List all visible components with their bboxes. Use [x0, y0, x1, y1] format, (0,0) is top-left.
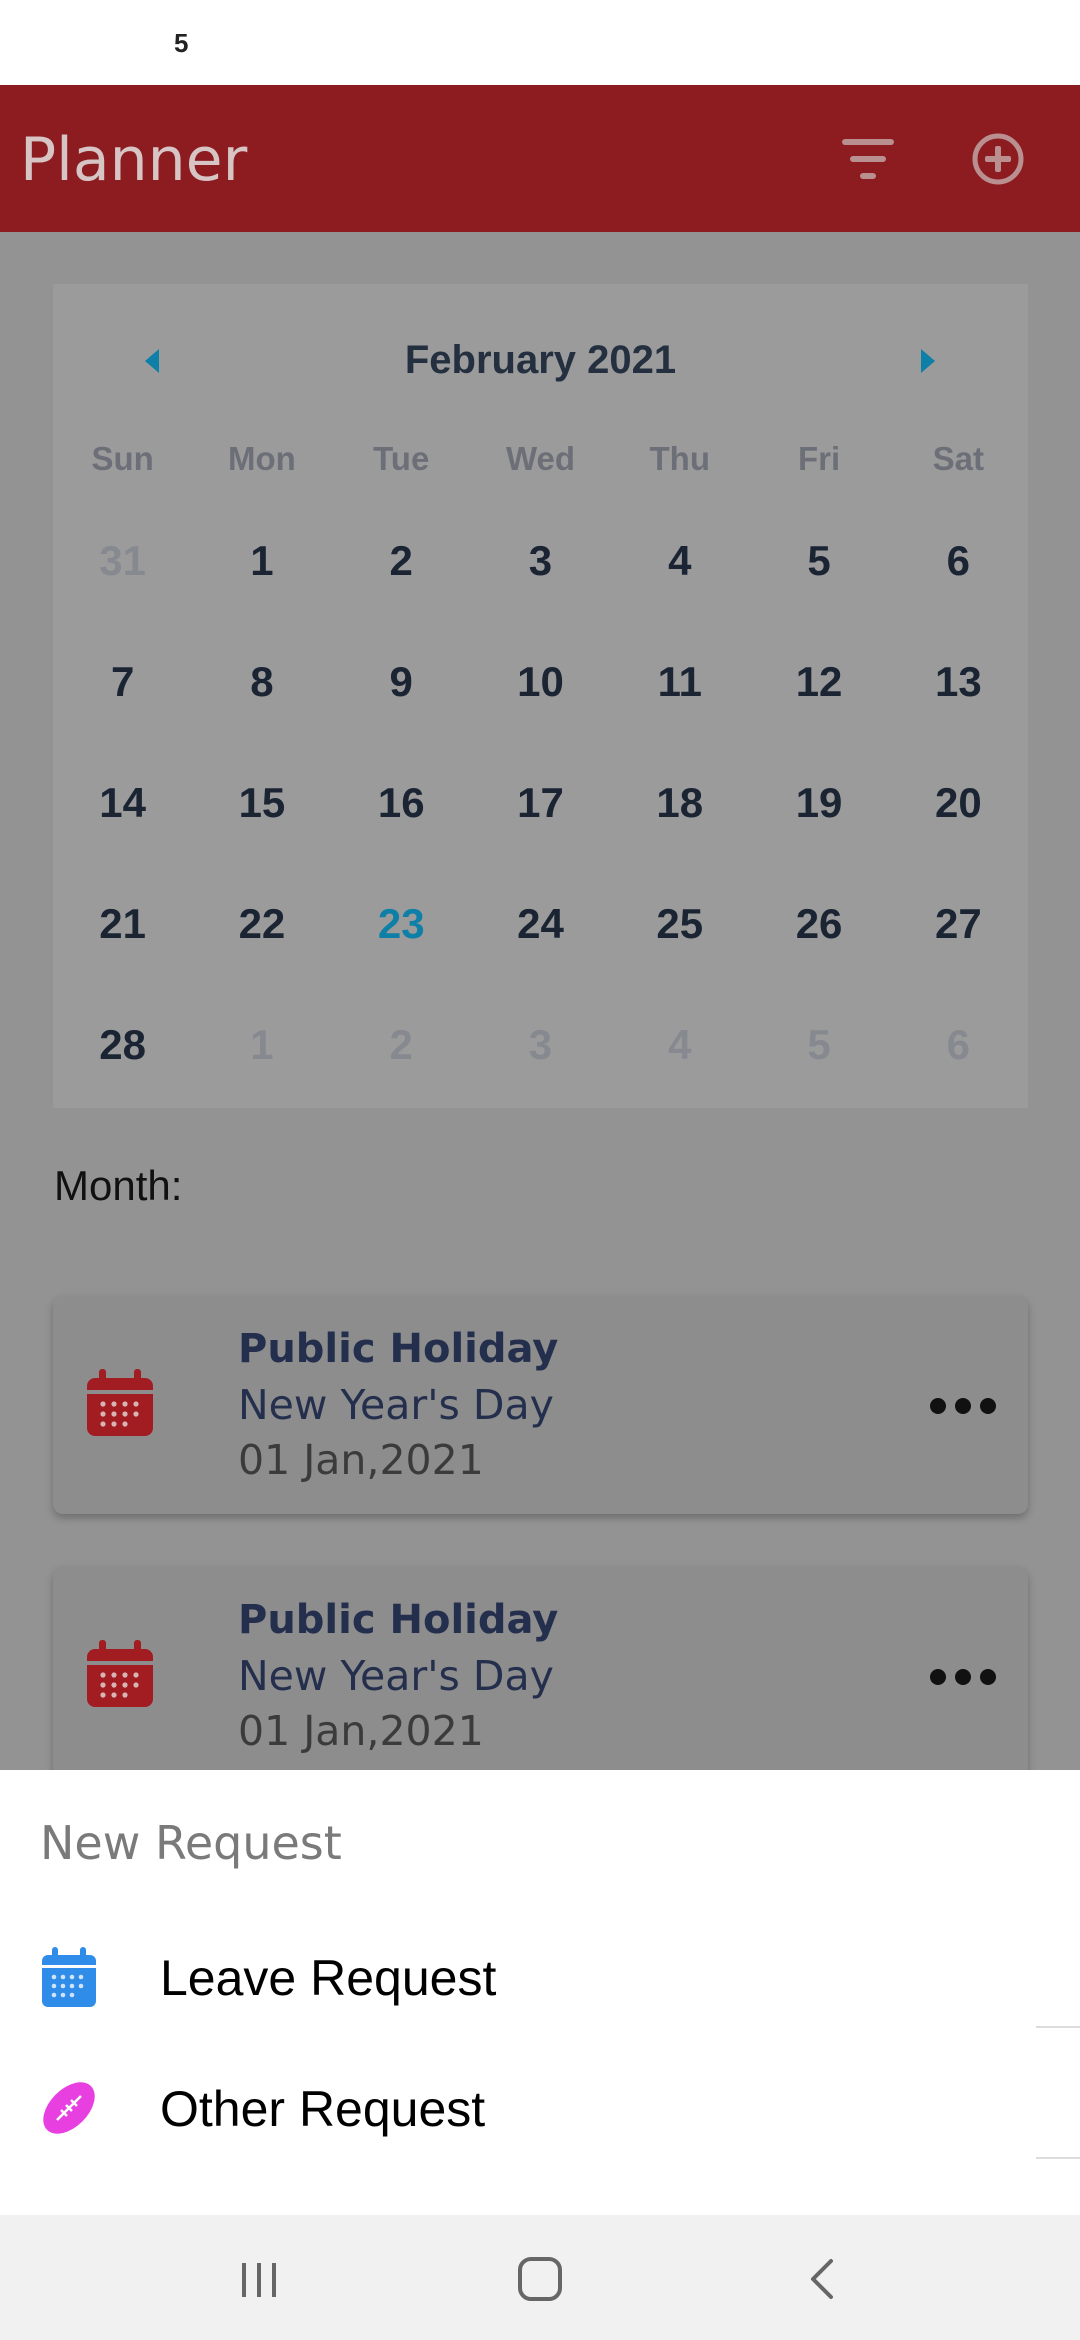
calendar-day[interactable]: 24	[471, 884, 610, 964]
calendar-day-outside-month[interactable]: 5	[749, 1005, 888, 1085]
weekday-label: Mon	[228, 440, 296, 477]
calendar-day[interactable]: 11	[610, 642, 749, 722]
calendar-day[interactable]: 6	[889, 521, 1028, 601]
next-month-button[interactable]	[913, 346, 943, 376]
calendar-day[interactable]: 5	[749, 521, 888, 601]
more-options-button[interactable]	[928, 1657, 998, 1697]
sheet-title: New Request	[40, 1816, 342, 1870]
notification-count: 5	[174, 28, 189, 58]
event-card[interactable]: Public Holiday New Year's Day 01 Jan,202…	[53, 1296, 1028, 1514]
system-nav-bar	[0, 2215, 1080, 2340]
weekday-header: Sun Mon Tue Wed Thu Fri Sat	[53, 440, 1028, 490]
calendar-day[interactable]: 9	[332, 642, 471, 722]
calendar-week: 31 1 2 3 4 5 6	[53, 521, 1028, 601]
calendar-day[interactable]: 17	[471, 763, 610, 843]
calendar-day[interactable]: 13	[889, 642, 1028, 722]
calendar-icon	[87, 1369, 153, 1436]
weekday-label: Sat	[932, 440, 984, 477]
app-bar: Planner	[0, 85, 1080, 232]
calendar-day[interactable]: 25	[610, 884, 749, 964]
event-name: New Year's Day	[238, 1652, 554, 1700]
calendar-day-outside-month[interactable]: 2	[332, 1005, 471, 1085]
calendar-day[interactable]: 1	[192, 521, 331, 601]
weekday-label: Wed	[505, 440, 576, 477]
month-section-label: Month:	[54, 1162, 183, 1209]
page-title: Planner	[20, 125, 248, 195]
weekday-label: Fri	[797, 440, 841, 477]
event-date: 01 Jan,2021	[238, 1436, 484, 1484]
calendar-day-today[interactable]: 23	[332, 884, 471, 964]
event-name: New Year's Day	[238, 1381, 554, 1429]
event-type: Public Holiday	[238, 1326, 559, 1372]
weekday-label: Sun	[91, 440, 154, 477]
calendar-week: 7 8 9 10 11 12 13	[53, 642, 1028, 722]
calendar-day[interactable]: 26	[749, 884, 888, 964]
filter-button[interactable]	[836, 127, 900, 191]
home-icon	[518, 2257, 562, 2301]
calendar-icon	[87, 1640, 153, 1707]
other-request-option[interactable]: Other Request	[0, 2050, 1080, 2170]
calendar-month-title: February 2021	[404, 338, 677, 382]
calendar-day[interactable]: 14	[53, 763, 192, 843]
add-button[interactable]	[966, 127, 1030, 191]
calendar-day[interactable]: 19	[749, 763, 888, 843]
recent-apps-button[interactable]	[232, 2251, 288, 2307]
back-button[interactable]	[795, 2251, 851, 2307]
calendar-icon	[42, 1947, 96, 2007]
other-request-label: Other Request	[160, 2081, 486, 2137]
more-horizontal-icon	[930, 1669, 996, 1685]
calendar: February 2021 Sun Mon Tue Wed Thu Fri Sa…	[53, 284, 1028, 1108]
planner-content: February 2021 Sun Mon Tue Wed Thu Fri Sa…	[0, 232, 1080, 1770]
leave-request-option[interactable]: Leave Request	[0, 1919, 1080, 2039]
calendar-day[interactable]: 4	[610, 521, 749, 601]
recent-apps-icon	[242, 2263, 276, 2297]
calendar-day[interactable]: 12	[749, 642, 888, 722]
event-card[interactable]: Public Holiday New Year's Day 01 Jan,202…	[53, 1567, 1028, 1770]
filter-icon	[842, 139, 894, 179]
chevron-right-icon	[921, 349, 935, 373]
divider	[1036, 2026, 1080, 2028]
calendar-week: 28 1 2 3 4 5 6	[53, 1005, 1028, 1085]
calendar-day-outside-month[interactable]: 1	[192, 1005, 331, 1085]
status-bar: 5	[0, 0, 1080, 85]
event-type: Public Holiday	[238, 1597, 559, 1643]
leave-request-label: Leave Request	[160, 1950, 497, 2006]
new-request-sheet: New Request Leave Request Other Request	[0, 1770, 1080, 2215]
add-circle-icon	[972, 133, 1024, 185]
calendar-day[interactable]: 7	[53, 642, 192, 722]
calendar-day[interactable]: 18	[610, 763, 749, 843]
back-icon	[811, 2259, 833, 2299]
calendar-day[interactable]: 15	[192, 763, 331, 843]
weekday-label: Thu	[649, 440, 710, 477]
calendar-day-outside-month[interactable]: 31	[53, 521, 192, 601]
calendar-week: 14 15 16 17 18 19 20	[53, 763, 1028, 843]
divider	[1036, 2157, 1080, 2159]
calendar-day[interactable]: 2	[332, 521, 471, 601]
calendar-day[interactable]: 27	[889, 884, 1028, 964]
calendar-day[interactable]: 28	[53, 1005, 192, 1085]
football-icon	[43, 2082, 95, 2134]
calendar-day[interactable]: 16	[332, 763, 471, 843]
calendar-day[interactable]: 3	[471, 521, 610, 601]
calendar-day[interactable]: 8	[192, 642, 331, 722]
more-horizontal-icon	[930, 1398, 996, 1414]
home-button[interactable]	[512, 2251, 568, 2307]
weekday-label: Tue	[373, 440, 430, 477]
calendar-day-outside-month[interactable]: 3	[471, 1005, 610, 1085]
calendar-day[interactable]: 20	[889, 763, 1028, 843]
calendar-day[interactable]: 21	[53, 884, 192, 964]
calendar-day[interactable]: 22	[192, 884, 331, 964]
event-date: 01 Jan,2021	[238, 1707, 484, 1755]
calendar-day-outside-month[interactable]: 4	[610, 1005, 749, 1085]
calendar-week: 21 22 23 24 25 26 27	[53, 884, 1028, 964]
calendar-day[interactable]: 10	[471, 642, 610, 722]
more-options-button[interactable]	[928, 1386, 998, 1426]
calendar-day-outside-month[interactable]: 6	[889, 1005, 1028, 1085]
